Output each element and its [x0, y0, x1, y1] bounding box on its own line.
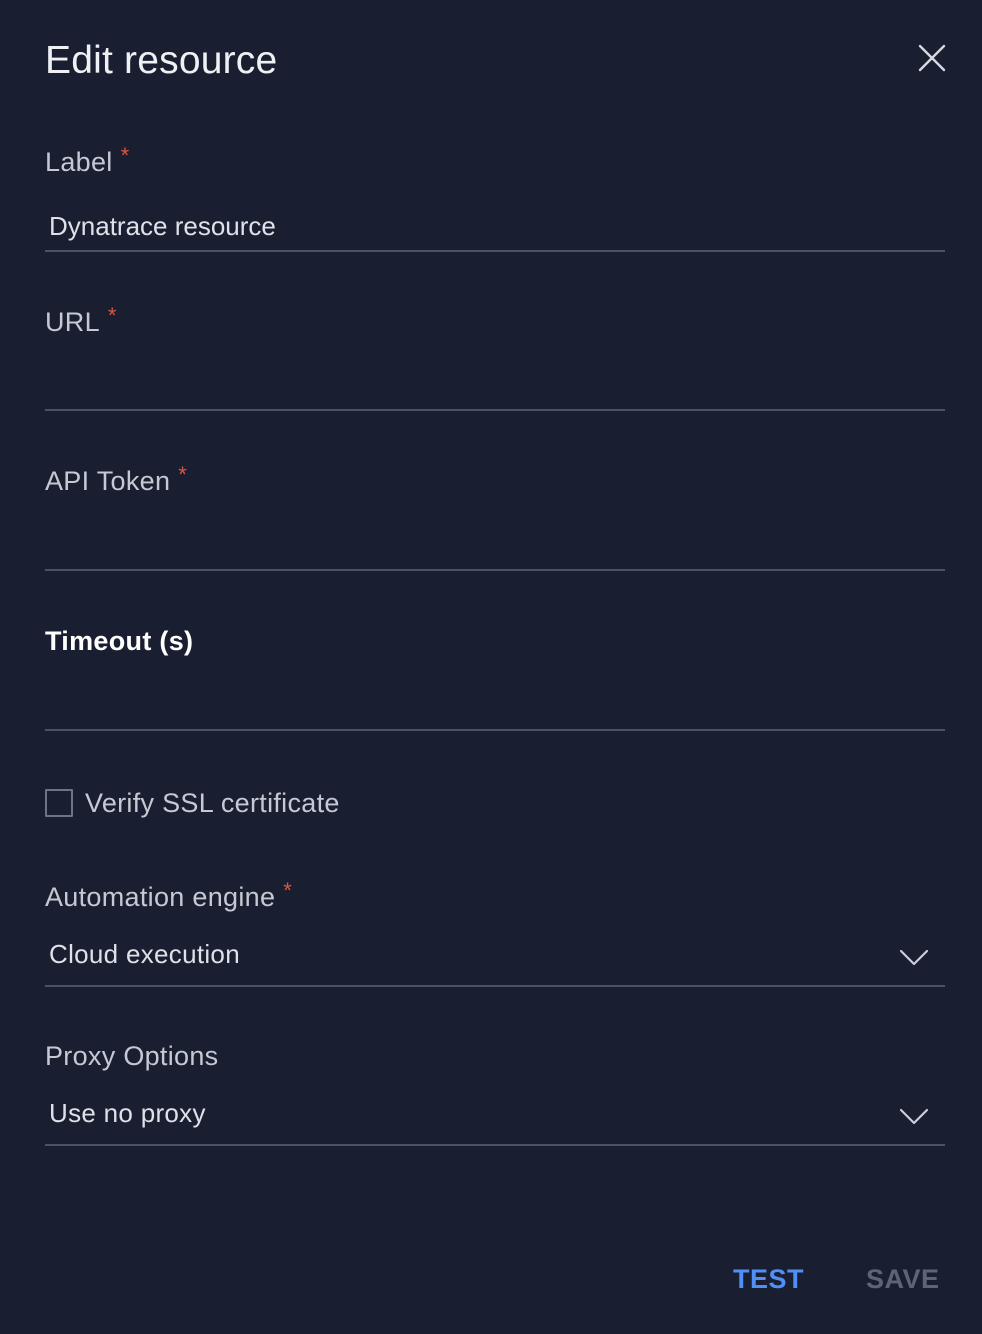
- api-token-field-label-text: API Token: [45, 466, 171, 496]
- api-token-field-label: API Token *: [45, 462, 188, 499]
- automation-engine-select[interactable]: Cloud execution: [45, 933, 945, 987]
- dialog-title: Edit resource: [45, 39, 278, 82]
- verify-ssl-label: Verify SSL certificate: [85, 787, 340, 818]
- edit-resource-dialog: Edit resource Label * URL * API Token * Tim…: [0, 0, 982, 1334]
- automation-engine-selected-value: Cloud execution: [49, 939, 240, 969]
- required-marker: *: [178, 462, 188, 487]
- save-button[interactable]: SAVE: [866, 1262, 940, 1296]
- close-button[interactable]: [912, 38, 952, 78]
- timeout-field-label: Timeout (s): [45, 626, 194, 656]
- proxy-options-select[interactable]: Use no proxy: [45, 1092, 945, 1146]
- proxy-options-field-label: Proxy Options: [45, 1041, 219, 1071]
- proxy-options-selected-value: Use no proxy: [49, 1098, 206, 1128]
- required-marker: *: [283, 878, 293, 903]
- verify-ssl-checkbox-row[interactable]: Verify SSL certificate: [45, 786, 340, 820]
- required-marker: *: [107, 303, 117, 328]
- url-input[interactable]: [45, 361, 945, 411]
- automation-engine-field-label-text: Automation engine: [45, 882, 276, 912]
- chevron-down-icon: [899, 949, 929, 966]
- api-token-input[interactable]: [45, 521, 945, 571]
- label-field-label-text: Label: [45, 147, 113, 177]
- label-field-label: Label *: [45, 143, 130, 180]
- automation-engine-field-label: Automation engine *: [45, 878, 293, 915]
- verify-ssl-checkbox[interactable]: [45, 789, 73, 817]
- chevron-down-icon: [899, 1108, 929, 1125]
- label-input[interactable]: [45, 202, 945, 252]
- test-button[interactable]: TEST: [733, 1262, 804, 1296]
- required-marker: *: [120, 143, 130, 168]
- close-icon: [918, 44, 946, 72]
- url-field-label-text: URL: [45, 307, 100, 337]
- timeout-input[interactable]: [45, 681, 945, 731]
- url-field-label: URL *: [45, 303, 117, 340]
